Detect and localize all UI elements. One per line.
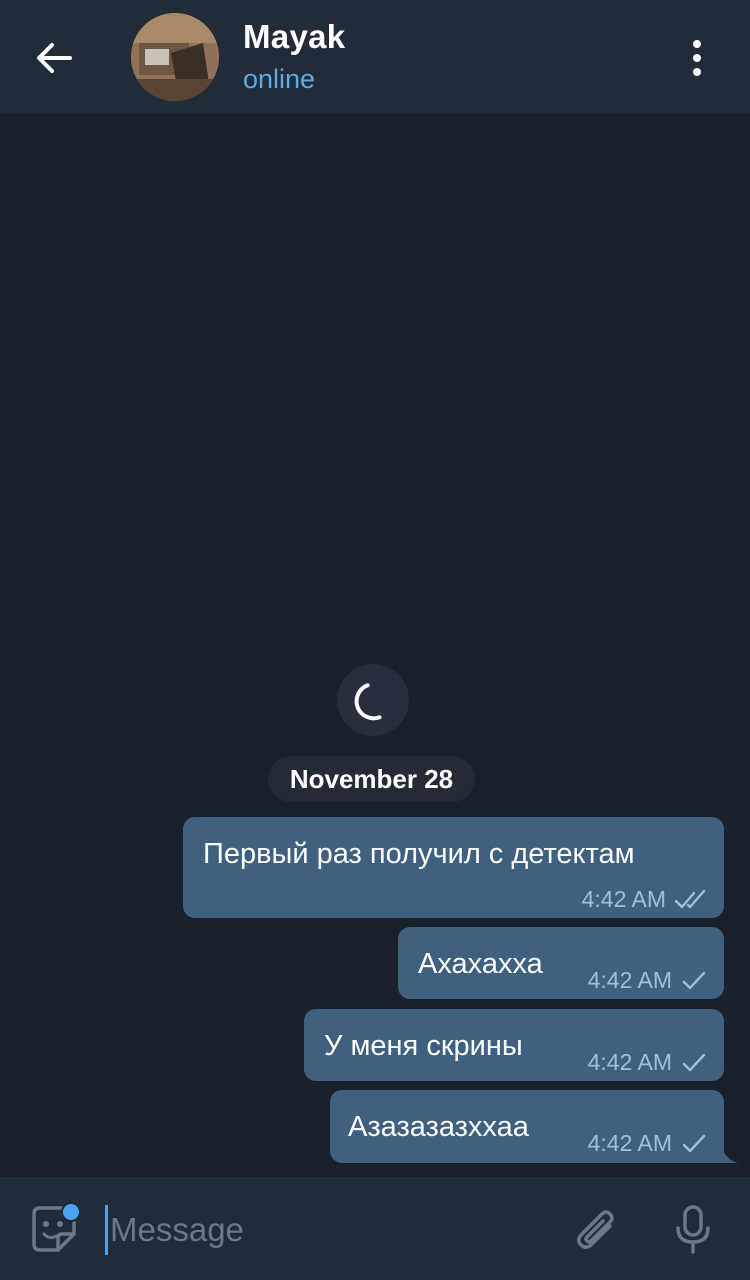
avatar[interactable] <box>131 13 219 101</box>
message-bubble[interactable]: Азазазазххаа 4:42 AM <box>330 1090 724 1163</box>
attach-button[interactable] <box>572 1202 622 1258</box>
chat-header: Mayak online <box>0 0 750 114</box>
chat-title[interactable]: Mayak <box>243 18 345 56</box>
bubble-tail <box>722 1145 738 1163</box>
microphone-icon <box>676 1205 710 1254</box>
message-time: 4:42 AM <box>587 967 672 993</box>
paperclip-icon <box>577 1210 614 1249</box>
message-bubble[interactable]: Первый раз получил с детектам 4:42 AM <box>183 817 724 918</box>
message-meta: 4:42 AM <box>588 1130 708 1157</box>
message-text: Ахахахха <box>418 948 543 980</box>
message-input[interactable] <box>110 1203 530 1257</box>
more-vertical-icon-dot <box>693 54 701 62</box>
message-text: У меня скрины <box>324 1030 523 1062</box>
avatar-photo <box>131 13 219 101</box>
spinner-icon <box>354 683 382 721</box>
message-bubble[interactable]: Ахахахха 4:42 AM <box>398 927 724 999</box>
more-menu-button[interactable] <box>672 30 722 86</box>
message-time: 4:42 AM <box>581 886 666 912</box>
notification-dot <box>61 1202 81 1222</box>
double-check-icon <box>674 889 706 908</box>
online-status: online <box>243 64 316 94</box>
message-meta: 4:42 AM <box>588 1049 708 1076</box>
message-bubble[interactable]: У меня скрины 4:42 AM <box>304 1009 724 1081</box>
more-vertical-icon <box>693 40 701 48</box>
check-icon <box>682 1053 706 1071</box>
message-time: 4:42 AM <box>587 1130 672 1156</box>
check-icon <box>682 971 706 989</box>
message-time: 4:42 AM <box>587 1049 672 1075</box>
check-icon <box>682 1134 706 1152</box>
text-caret <box>105 1205 108 1255</box>
message-text: Первый раз получил с детектам <box>203 838 635 870</box>
date-separator: November 28 <box>268 756 475 802</box>
loading-spinner <box>337 664 409 736</box>
more-vertical-icon-dot <box>693 68 701 76</box>
arrow-left-icon <box>37 43 72 73</box>
message-meta: 4:42 AM <box>582 886 710 913</box>
message-text: Азазазазххаа <box>348 1111 529 1143</box>
microphone-button[interactable] <box>670 1202 716 1258</box>
back-button[interactable] <box>24 30 84 86</box>
message-meta: 4:42 AM <box>588 967 708 994</box>
